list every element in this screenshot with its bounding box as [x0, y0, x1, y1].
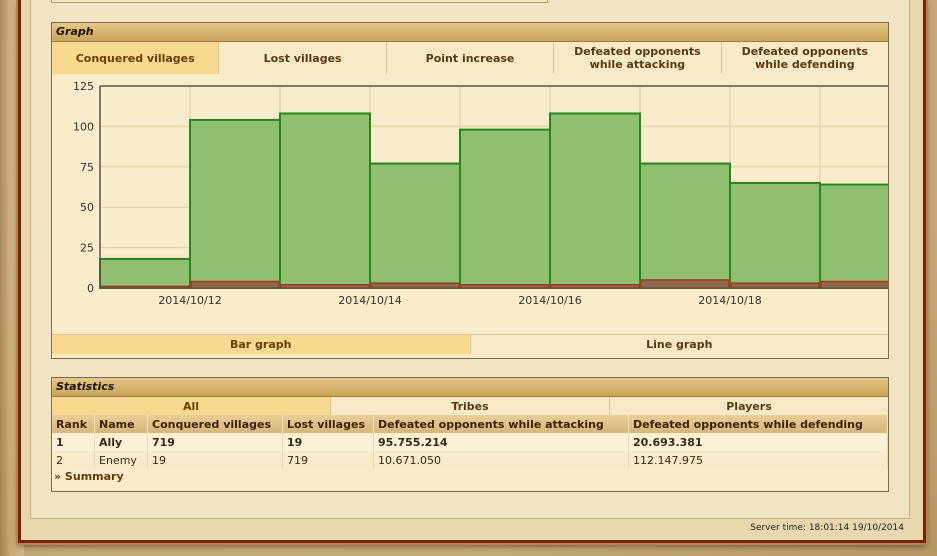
- x-tick-label: 2014/10/18: [698, 294, 761, 307]
- x-tick-label: 2014/10/16: [518, 294, 581, 307]
- tab-conquered-villages[interactable]: Conquered villages: [52, 42, 220, 74]
- statistics-box: Statistics All Tribes Players Rank Name …: [51, 377, 889, 492]
- bar-secondary: [190, 280, 280, 289]
- cell-lost: 19: [282, 433, 374, 451]
- graph-box-title: Graph: [52, 23, 888, 42]
- tab-all[interactable]: All: [52, 397, 331, 415]
- bar: [279, 112, 371, 289]
- y-tick-label: 75: [80, 161, 94, 174]
- col-defeated-defending: Defeated opponents while defending: [628, 415, 888, 433]
- tab-line-graph[interactable]: Line graph: [470, 334, 888, 354]
- y-tick-label: 0: [87, 282, 94, 295]
- table-row: 1 Ally 719 19 95.755.214 20.693.381: [52, 433, 888, 451]
- x-tick-label: 2014/10/12: [158, 294, 221, 307]
- col-defeated-attacking: Defeated opponents while attacking: [373, 415, 629, 433]
- statistics-table: Rank Name Conquered villages Lost villag…: [52, 415, 888, 469]
- cell-name: Enemy: [94, 451, 148, 469]
- bar: [99, 257, 191, 290]
- cell-name: Ally: [94, 433, 148, 451]
- y-tick-label: 50: [80, 201, 94, 214]
- tab-defeated-attacking[interactable]: Defeated opponents while attacking: [554, 42, 722, 74]
- col-conquered: Conquered villages: [147, 415, 283, 433]
- bar: [639, 162, 731, 289]
- x-tick-label: 2014/10/14: [338, 294, 401, 307]
- cell-defeated-defending: 112.147.975: [628, 451, 888, 469]
- tab-point-increase[interactable]: Point increase: [386, 42, 555, 74]
- bar-secondary: [640, 279, 730, 289]
- bar: [189, 118, 281, 289]
- cell-rank: 1: [52, 433, 95, 451]
- graph-box: Graph Conquered villages Lost villages P…: [51, 22, 911, 359]
- bar: [369, 162, 461, 289]
- bar-secondary: [730, 282, 820, 289]
- table-row: 2 Enemy 19 719 10.671.050 112.147.975: [52, 451, 888, 469]
- tab-bar-graph[interactable]: Bar graph: [52, 334, 471, 354]
- table-header-row: Rank Name Conquered villages Lost villag…: [52, 415, 888, 433]
- server-time: Server time: 18:01:14 19/10/2014: [750, 523, 904, 533]
- cell-conquered: 19: [147, 451, 283, 469]
- cell-defeated-defending: 20.693.381: [628, 433, 888, 451]
- bar-secondary: [370, 282, 460, 289]
- previous-box-bottom: [51, 0, 548, 3]
- cell-defeated-attacking: 95.755.214: [373, 433, 629, 451]
- bar: [459, 128, 551, 289]
- cell-defeated-attacking: 10.671.050: [373, 451, 629, 469]
- bar: [549, 112, 641, 289]
- bar: [819, 183, 911, 289]
- bar-chart: 0 25 50 75 100 125 2014/10/12 2014/10/14 2014/10…: [73, 80, 911, 307]
- cell-conquered: 719: [147, 433, 283, 451]
- tab-players[interactable]: Players: [610, 397, 888, 415]
- tab-defeated-defending[interactable]: Defeated opponents while defending: [721, 42, 889, 74]
- cell-lost: 719: [282, 451, 374, 469]
- statistics-box-title: Statistics: [52, 378, 888, 397]
- y-tick-label: 100: [73, 120, 94, 133]
- col-lost: Lost villages: [282, 415, 374, 433]
- y-tick-label: 125: [73, 80, 94, 93]
- col-name: Name: [94, 415, 148, 433]
- y-tick-label: 25: [80, 242, 94, 255]
- tab-tribes[interactable]: Tribes: [331, 397, 610, 415]
- cell-rank: 2: [52, 451, 95, 469]
- bar: [729, 181, 821, 289]
- col-rank: Rank: [52, 415, 95, 433]
- tab-lost-villages[interactable]: Lost villages: [219, 42, 387, 74]
- graph-type-tabs: Bar graph Line graph: [52, 334, 888, 354]
- bar-secondary: [820, 280, 910, 289]
- chart-area: 0 25 50 75 100 125 2014/10/12 2014/10/14 2014/10…: [52, 74, 911, 334]
- statistics-tabs: All Tribes Players: [52, 397, 888, 415]
- summary-link[interactable]: » Summary: [52, 469, 888, 485]
- graph-metric-tabs: Conquered villages Lost villages Point i…: [52, 42, 889, 74]
